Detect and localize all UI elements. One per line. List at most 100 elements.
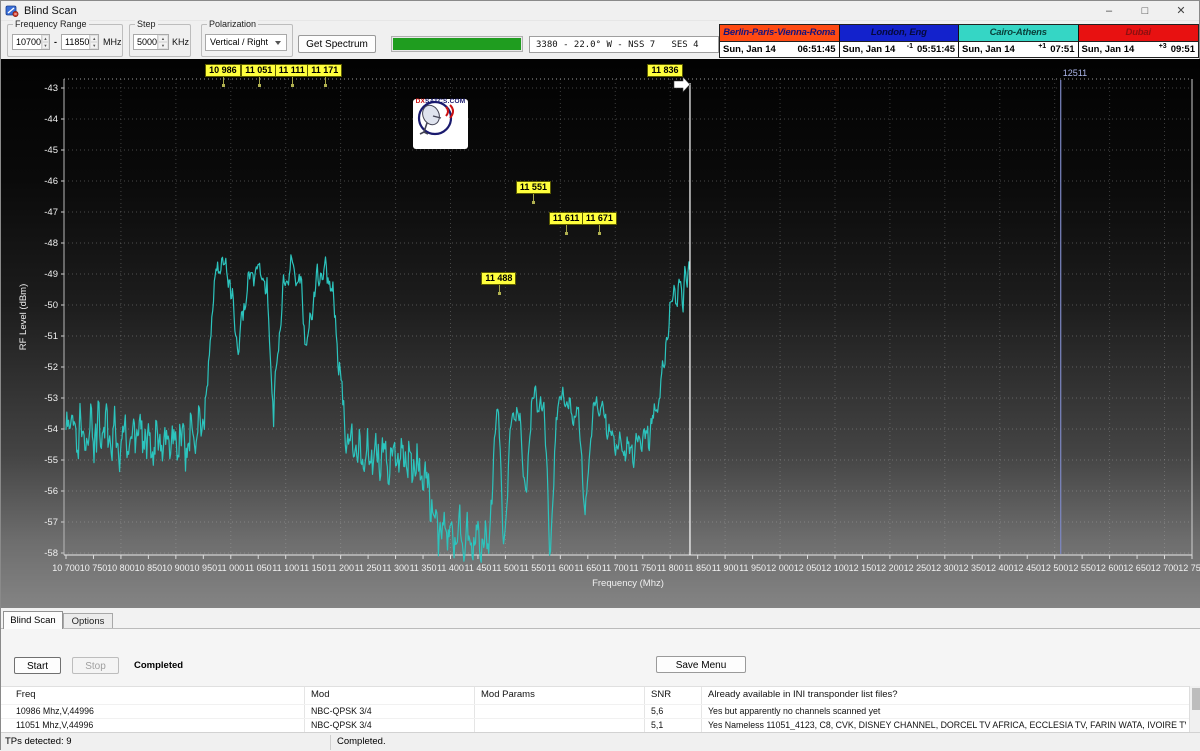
table-row[interactable]: 11051 Mhz,V,44996NBC-QPSK 3/45,1Yes Name… [1, 718, 1189, 732]
spin-up-icon[interactable]: ▲ [90, 35, 98, 42]
frequency-to-spinner[interactable]: 11850 ▲▼ [61, 34, 99, 50]
x-tick-label: 12 100 [821, 563, 849, 573]
x-tick-label: 11 000 [217, 563, 244, 573]
table-header-cell[interactable]: Already available in INI transponder lis… [708, 689, 898, 700]
clock-time: 07:51 [1050, 44, 1074, 55]
svg-text:-58: -58 [44, 548, 58, 559]
peak-label-stem [325, 77, 326, 84]
spectrum-chart[interactable]: -43-44-45-46-47-48-49-50-51-52-53-54-55-… [1, 59, 1200, 608]
x-tick-label: 10 800 [107, 563, 135, 573]
peak-label-nub [291, 84, 294, 87]
svg-text:-47: -47 [44, 207, 58, 218]
clock-time: 05:51:45 [917, 44, 955, 55]
spin-up-icon[interactable]: ▲ [42, 35, 49, 42]
x-tick-label: 11 750 [629, 563, 656, 573]
y-axis-title: RF Level (dBm) [18, 284, 29, 351]
maximize-button[interactable]: □ [1127, 1, 1163, 20]
x-tick-label: 12 450 [1013, 563, 1041, 573]
table-cell: 5,1 [651, 720, 700, 730]
x-tick-label: 12 050 [794, 563, 822, 573]
x-tick-label: 12 650 [1123, 563, 1151, 573]
table-row[interactable]: 10986 Mhz,V,44996NBC-QPSK 3/45,6Yes but … [1, 704, 1189, 718]
table-header-cell[interactable]: Mod Params [481, 689, 535, 700]
x-tick-label: 11 250 [355, 563, 382, 573]
x-tick-label: 10 850 [135, 563, 163, 573]
spin-up-icon[interactable]: ▲ [158, 35, 168, 42]
peak-frequency-label: 11 171 [307, 64, 342, 77]
step-spinner[interactable]: 5000 ▲▼ [133, 34, 169, 50]
table-header-cell[interactable]: SNR [651, 689, 671, 700]
x-tick-label: 11 400 [437, 563, 464, 573]
tab-blind-scan[interactable]: Blind Scan [3, 611, 63, 629]
peak-label-stem [499, 285, 500, 292]
table-cell: NBC-QPSK 3/4 [311, 720, 473, 730]
table-header-cell[interactable]: Mod [311, 689, 329, 700]
table-cell: 10986 Mhz,V,44996 [16, 706, 303, 716]
x-tick-label: 11 650 [574, 563, 601, 573]
table-cell: Yes Nameless 11051_4123, C8, CVK, DISNEY… [708, 720, 1186, 730]
svg-text:-51: -51 [44, 331, 58, 342]
world-clocks: Berlin-Paris-Vienna-Roma Sun, Jan 14 06:5… [719, 24, 1199, 58]
svg-text:-49: -49 [44, 269, 58, 280]
spectrum-plot: -43-44-45-46-47-48-49-50-51-52-53-54-55-… [1, 59, 1200, 608]
spectrum-trace [66, 255, 690, 562]
spin-down-icon[interactable]: ▼ [90, 42, 98, 49]
frequency-range-label: Frequency Range [13, 19, 89, 29]
svg-text:-56: -56 [44, 486, 58, 497]
peak-label-stem [223, 77, 224, 84]
row-separator [1, 718, 1189, 719]
save-menu-button[interactable]: Save Menu [656, 656, 746, 673]
clock-offset: +1 [1038, 42, 1046, 50]
svg-text:-54: -54 [44, 424, 58, 435]
spin-down-icon[interactable]: ▼ [158, 42, 168, 49]
stop-button[interactable]: Stop [72, 657, 119, 674]
x-tick-label: 12 250 [904, 563, 932, 573]
x-tick-label: 10 750 [80, 563, 108, 573]
get-spectrum-button[interactable]: Get Spectrum [298, 35, 376, 53]
clock-time: 06:51:45 [797, 44, 835, 55]
x-tick-label: 11 900 [712, 563, 739, 573]
clock-offset: -1 [907, 42, 913, 50]
start-button[interactable]: Start [14, 657, 61, 674]
bottom-panel: Blind Scan Options Start Stop Completed … [1, 608, 1200, 732]
satellite-dish-icon [413, 99, 459, 137]
status-bar: TPs detected: 9 Completed. [1, 732, 1200, 751]
peak-label-stem [533, 194, 534, 201]
svg-text:-55: -55 [44, 455, 58, 466]
x-tick-label: 11 300 [382, 563, 409, 573]
clock-date: Sun, Jan 14 [723, 44, 776, 55]
spin-down-icon[interactable]: ▼ [42, 42, 49, 49]
x-tick-label: 11 350 [410, 563, 437, 573]
clock-city: Cairo-Athens [959, 25, 1078, 42]
toolbar: Frequency Range 10700 ▲▼ - 11850 ▲▼ MHz … [1, 21, 1199, 59]
peak-label-nub [258, 84, 261, 87]
svg-text:-57: -57 [44, 517, 58, 528]
app-icon [5, 4, 19, 18]
peak-frequency-label: 11 111 [275, 64, 309, 77]
peak-frequency-label: 10 986 [205, 64, 241, 77]
clock-panel: Dubai Sun, Jan 14+309:51 [1079, 25, 1199, 57]
svg-text:-48: -48 [44, 238, 58, 249]
peak-label-stem [259, 77, 260, 84]
table-header-cell[interactable]: Freq [16, 689, 36, 700]
close-button[interactable]: ✕ [1163, 1, 1199, 20]
peak-label-nub [498, 292, 501, 295]
frequency-to-value: 11850 [62, 35, 89, 49]
frequency-from-spinner[interactable]: 10700 ▲▼ [12, 34, 50, 50]
minimize-button[interactable]: – [1091, 1, 1127, 20]
svg-text:-45: -45 [44, 145, 58, 156]
statusbar-status: Completed. [337, 736, 386, 747]
clock-city: Berlin-Paris-Vienna-Roma [720, 25, 839, 42]
x-tick-label: 12 200 [876, 563, 904, 573]
x-tick-label: 12 150 [849, 563, 877, 573]
x-tick-label: 12 600 [1096, 563, 1124, 573]
peak-label-stem [566, 225, 567, 232]
polarization-select[interactable]: Vertical / Right [205, 34, 287, 51]
tab-options[interactable]: Options [63, 613, 113, 629]
vscroll-thumb[interactable] [1192, 688, 1200, 710]
clock-date: Sun, Jan 14 [962, 44, 1015, 55]
statusbar-separator [330, 735, 331, 750]
titlebar: Blind Scan – □ ✕ [1, 1, 1199, 21]
x-tick-label: 10 700 [52, 563, 80, 573]
peak-frequency-label: 11 671 [582, 212, 617, 225]
